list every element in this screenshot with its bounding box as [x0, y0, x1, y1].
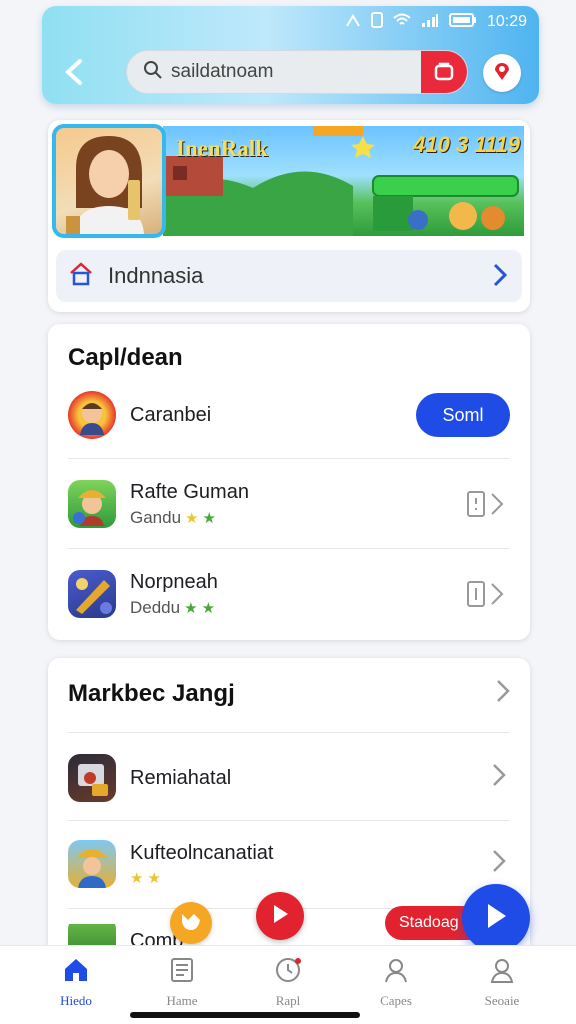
- back-icon[interactable]: [62, 57, 92, 87]
- fox-icon: [178, 908, 204, 939]
- region-label: Indnnasia: [108, 263, 204, 288]
- clock-icon: [274, 958, 302, 988]
- tab-label: Seoaie: [484, 993, 520, 1008]
- app-name: Kufteolncanatiat: [130, 841, 274, 864]
- section-title: Markbec Jangj: [68, 680, 235, 707]
- star-icon: ★: [185, 509, 199, 527]
- scan-button[interactable]: [421, 51, 467, 93]
- app-name: Remiahatal: [130, 766, 232, 789]
- banner-card: InenRalk 410 3 1119 Indnnasia: [48, 120, 530, 312]
- search-text: saildatnoam: [171, 61, 274, 82]
- profile-icon: [488, 959, 516, 988]
- app-icon: [68, 754, 116, 802]
- list-item[interactable]: Norpneah Deddu ★ ★: [68, 568, 510, 620]
- status-bar: 10:29: [345, 12, 527, 32]
- list-item[interactable]: Kufteolncanatiat ★ ★: [68, 838, 510, 890]
- chevron-right-icon: [492, 262, 508, 295]
- banner-score: 410 3 1119: [413, 132, 520, 157]
- tab-label: Hame: [166, 993, 198, 1008]
- app-icon: [68, 840, 116, 888]
- search-icon: [143, 60, 163, 85]
- divider: [68, 732, 510, 733]
- location-button[interactable]: [483, 54, 521, 92]
- cell-signal-icon: [421, 13, 439, 31]
- star-icon: ★: [184, 599, 198, 617]
- app-icon: [68, 570, 116, 618]
- chevron-right-icon[interactable]: [496, 678, 510, 710]
- list-icon: [168, 958, 196, 988]
- chevron-right-icon: [492, 848, 506, 880]
- divider: [68, 458, 510, 459]
- featured-app-row[interactable]: Caranbei Soml: [68, 390, 510, 440]
- home-indicator: [130, 1012, 360, 1018]
- star-icon: ★: [147, 869, 161, 887]
- search-input[interactable]: saildatnoam: [126, 50, 468, 94]
- tab-list[interactable]: Hame: [142, 956, 222, 1009]
- divider: [68, 548, 510, 549]
- list-item[interactable]: Remiahatal: [68, 752, 510, 804]
- promo-banner[interactable]: InenRalk 410 3 1119: [48, 120, 530, 242]
- list-item[interactable]: Rafte Guman Gandu ★ ★: [68, 478, 510, 530]
- star-icon: ★: [201, 599, 216, 617]
- chevron-right-icon: [492, 762, 506, 794]
- person-icon: [382, 959, 410, 988]
- wifi-icon: [393, 13, 411, 31]
- install-button[interactable]: [466, 490, 506, 523]
- app-name: Caranbei: [130, 403, 212, 426]
- install-button[interactable]: [466, 580, 506, 613]
- region-selector[interactable]: Indnnasia: [56, 250, 522, 302]
- play-icon: [483, 901, 509, 936]
- divider: [68, 820, 510, 821]
- sim-icon: [370, 12, 383, 32]
- app-name: Norpneah: [130, 570, 218, 593]
- tab-home[interactable]: Hiedo: [36, 956, 116, 1009]
- app-icon: [68, 480, 116, 528]
- tab-label: Hiedo: [60, 993, 92, 1008]
- play-button[interactable]: [256, 892, 304, 940]
- tab-label: Capes: [380, 993, 412, 1008]
- status-time: 10:29: [486, 13, 527, 30]
- signal-icon: [345, 12, 361, 32]
- app-name: Rafte Guman: [130, 480, 249, 503]
- banner-avatar: [52, 124, 166, 238]
- star-icon: ★: [130, 869, 144, 887]
- app-subtitle: Gandu: [130, 507, 182, 527]
- tab-recent[interactable]: Rapl: [248, 956, 328, 1009]
- main-play-fab[interactable]: [462, 884, 530, 952]
- star-icon: ★: [202, 509, 216, 527]
- app-icon: [68, 391, 116, 439]
- home-outline-icon: [68, 261, 94, 292]
- app-subtitle: Deddu: [130, 597, 181, 617]
- fox-shortcut-button[interactable]: [170, 902, 212, 944]
- banner-title: InenRalk: [176, 136, 269, 161]
- download-icon: [466, 580, 506, 613]
- play-icon: [270, 903, 290, 930]
- tab-people[interactable]: Capes: [356, 956, 436, 1009]
- section-title: Capl/dean: [68, 344, 183, 371]
- battery-icon: [448, 13, 477, 31]
- download-icon: [466, 490, 506, 523]
- pin-icon: [491, 60, 513, 87]
- bag-icon: [433, 60, 455, 87]
- home-icon: [62, 959, 90, 988]
- tab-profile[interactable]: Seoaie: [462, 956, 542, 1009]
- section-featured: Capl/dean Caranbei Soml Rafte Guman Gand…: [48, 324, 530, 640]
- app-header: 10:29 saildatnoam: [42, 6, 539, 104]
- tab-label: Rapl: [275, 993, 301, 1008]
- get-button[interactable]: Soml: [416, 393, 510, 437]
